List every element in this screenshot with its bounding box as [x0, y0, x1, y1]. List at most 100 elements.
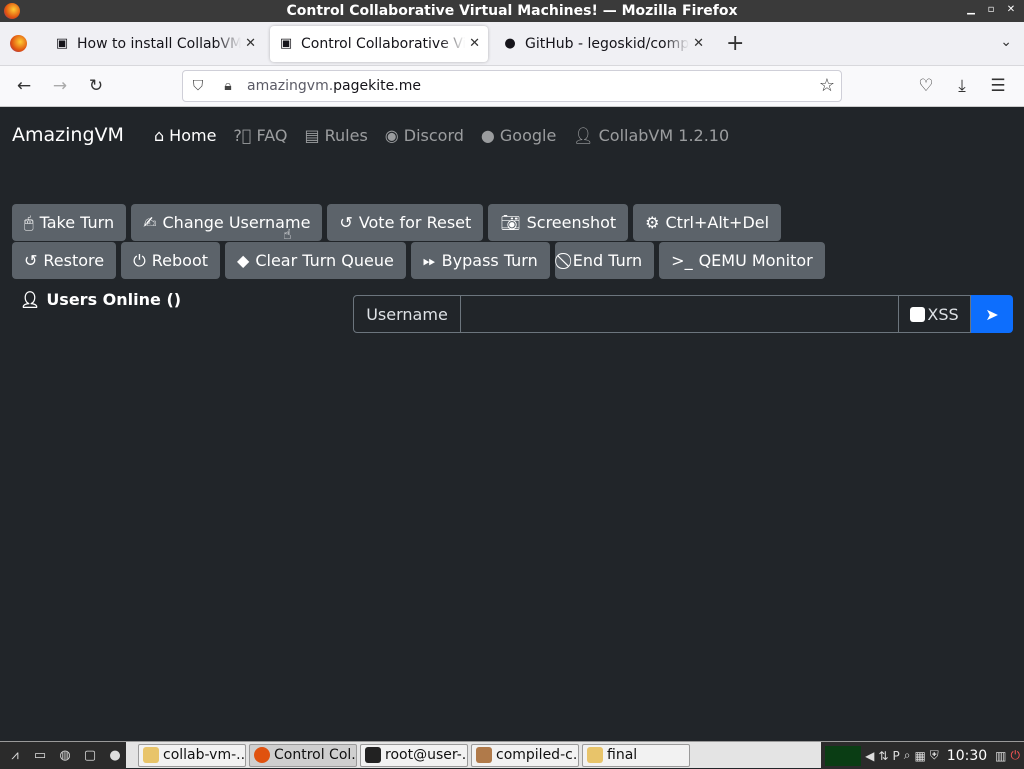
nav-label: Discord: [403, 126, 464, 145]
nav-discord[interactable]: ◉ Discord: [385, 126, 464, 145]
user-icon: 👤︎: [573, 126, 594, 145]
users-online-label: Users Online (): [46, 290, 182, 309]
maximize-button[interactable]: ▫: [984, 3, 998, 17]
globe-icon[interactable]: ◍: [54, 744, 76, 766]
clear-turn-queue-button[interactable]: ◆ Clear Turn Queue: [225, 242, 406, 279]
url-host-prefix: amazingvm.: [247, 78, 334, 94]
screenshot-button[interactable]: 📷︎ Screenshot: [488, 204, 629, 241]
menu-icon[interactable]: ☰: [980, 70, 1016, 102]
xss-label: XSS: [927, 304, 959, 324]
close-tab-icon[interactable]: ✕: [469, 36, 480, 51]
start-menu-icon[interactable]: ⩘: [4, 744, 26, 766]
terminal-icon: [365, 747, 381, 763]
lock-screen-icon[interactable]: ▥: [995, 749, 1006, 763]
nav-collabvm-version[interactable]: 👤︎ CollabVM 1.2.10: [573, 126, 729, 145]
restore-button[interactable]: ↺ Restore: [12, 242, 117, 279]
collabvm-icon: ▣: [279, 36, 293, 51]
bookmark-star-icon[interactable]: ☆: [819, 75, 835, 96]
tab-label: Control Collaborative Virtual Machines!: [301, 35, 466, 52]
reboot-button[interactable]: ⏻ Reboot: [121, 242, 221, 279]
calendar-icon[interactable]: ▦: [914, 749, 925, 763]
vote-for-reset-button[interactable]: ↺ Vote for Reset: [327, 204, 484, 241]
users-online-heading: 👤︎ Users Online (): [20, 290, 181, 309]
url-bar[interactable]: ⛉ 🔒︎ amazingvm.pagekite.me ☆: [182, 70, 842, 102]
chat-message-input[interactable]: [461, 295, 899, 333]
tab-control-collabvm[interactable]: ▣ Control Collaborative Virtual Machines…: [270, 25, 488, 62]
task-label: root@user-...: [385, 747, 468, 763]
taskbar-task-archive[interactable]: compiled-c...: [471, 743, 579, 767]
username-label[interactable]: Username: [353, 295, 461, 333]
firefox-view-button[interactable]: [0, 26, 36, 62]
update-icon[interactable]: ⛨: [930, 748, 939, 763]
bypass-turn-button[interactable]: ⏩︎ Bypass Turn: [410, 242, 550, 279]
send-button[interactable]: ➤: [971, 295, 1013, 333]
pocket-icon[interactable]: ♡: [908, 70, 944, 102]
qemu-monitor-button[interactable]: >_ QEMU Monitor: [659, 242, 825, 279]
close-tab-icon[interactable]: ✕: [245, 36, 256, 51]
mouse-cursor-icon: ☝: [283, 227, 292, 243]
tab-github[interactable]: ● GitHub - legoskid/compiled ✕: [494, 26, 712, 62]
taskbar-launchers: ⩘ ▭ ◍ ▢ ●: [0, 741, 126, 769]
list-all-tabs-icon[interactable]: ⌄: [1000, 34, 1012, 50]
minimize-button[interactable]: ▁: [964, 3, 978, 17]
desktop-icon[interactable]: ▢: [79, 744, 101, 766]
reload-button[interactable]: ↻: [78, 70, 114, 102]
button-label: Vote for Reset: [358, 213, 472, 232]
nav-google[interactable]: ● Google: [481, 126, 556, 145]
nav-home[interactable]: ⌂ Home: [154, 126, 216, 145]
user-icon: 👤︎: [20, 290, 41, 309]
task-label: final: [607, 747, 638, 763]
taskbar-task-final[interactable]: final: [582, 743, 690, 767]
navigation-toolbar: ← → ↻ ⛉ 🔒︎ amazingvm.pagekite.me ☆ ♡ ⤓ ☰: [0, 66, 1024, 107]
home-icon: ⌂: [154, 126, 165, 145]
end-turn-button[interactable]: ⃠End Turn: [554, 242, 655, 279]
tab-install-collabvm[interactable]: ▣ How to install CollabVM/1 ✕: [46, 26, 264, 62]
url-text[interactable]: amazingvm.pagekite.me: [247, 78, 421, 94]
button-label: Clear Turn Queue: [255, 251, 394, 270]
button-label: Take Turn: [39, 213, 115, 232]
collabvm-icon: ▣: [55, 36, 69, 51]
back-button[interactable]: ←: [6, 70, 42, 102]
nav-label: FAQ: [256, 126, 288, 145]
change-username-button[interactable]: ✍︎ Change Username: [131, 204, 323, 241]
nav-label: Rules: [324, 126, 368, 145]
taskbar-task-terminal[interactable]: root@user-...: [360, 743, 468, 767]
clock[interactable]: 10:30: [947, 748, 987, 764]
button-label: Ctrl+Alt+Del: [665, 213, 770, 232]
firefox-icon[interactable]: ●: [104, 744, 126, 766]
nav-label: CollabVM 1.2.10: [598, 126, 730, 145]
notes-icon[interactable]: P: [892, 749, 899, 763]
folder-icon: [143, 747, 159, 763]
shield-icon[interactable]: ⛉: [183, 78, 213, 94]
download-icon[interactable]: ⤓: [944, 70, 980, 102]
search-icon[interactable]: ⌕: [904, 748, 911, 763]
nav-faq[interactable]: ?⃝ FAQ: [233, 126, 287, 145]
terminal-icon: >_: [671, 251, 693, 270]
xss-toggle[interactable]: XSS: [899, 295, 971, 333]
firefox-icon: [4, 3, 20, 19]
close-tab-icon[interactable]: ✕: [693, 36, 704, 51]
volume-icon[interactable]: ◀: [865, 749, 874, 763]
power-icon[interactable]: ⏻: [1011, 748, 1021, 763]
taskbar-task-collab-vm[interactable]: collab-vm-...: [138, 743, 246, 767]
folder-icon[interactable]: ▭: [29, 744, 51, 766]
tab-label: How to install CollabVM/1: [77, 35, 242, 52]
forward-button[interactable]: →: [42, 70, 78, 102]
xss-checkbox[interactable]: [910, 306, 926, 322]
nav-rules[interactable]: ▤ Rules: [305, 126, 368, 145]
site-brand[interactable]: AmazingVM: [12, 124, 124, 146]
close-window-button[interactable]: ✕: [1004, 3, 1018, 17]
lock-icon[interactable]: 🔒︎: [213, 78, 243, 94]
button-label: Bypass Turn: [441, 251, 538, 270]
new-tab-button[interactable]: +: [726, 31, 744, 56]
taskbar-task-firefox[interactable]: Control Col...: [249, 743, 357, 767]
ctrl-alt-del-button[interactable]: ⚙ Ctrl+Alt+Del: [633, 204, 782, 241]
network-icon[interactable]: ⇅: [878, 749, 888, 763]
take-turn-button[interactable]: 🖱︎ Take Turn: [12, 204, 127, 241]
button-label: Screenshot: [526, 213, 617, 232]
nav-label: Home: [169, 126, 217, 145]
window-titlebar: Control Collaborative Virtual Machines! …: [0, 0, 1024, 22]
folder-icon: [587, 747, 603, 763]
rotate-icon: ↺: [24, 251, 38, 270]
rotate-icon: ↺: [339, 213, 353, 232]
